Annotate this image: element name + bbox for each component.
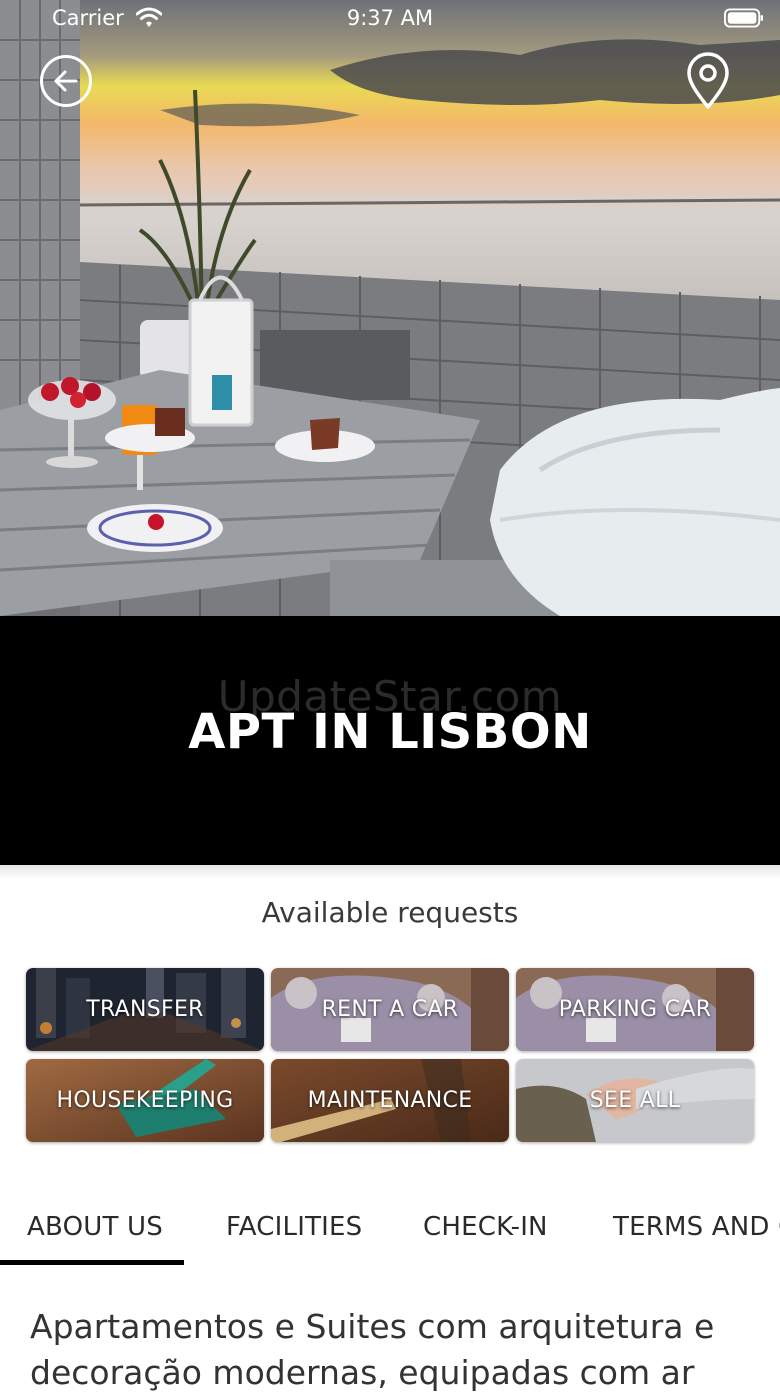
status-bar: Carrier 9:37 AM bbox=[0, 0, 780, 40]
request-label: SEE ALL bbox=[589, 1088, 681, 1113]
terrace-scene-image bbox=[0, 0, 780, 616]
request-label: MAINTENANCE bbox=[307, 1088, 473, 1113]
title-band: UpdateStar.com APT IN LISBON bbox=[0, 616, 780, 865]
map-pin-icon bbox=[687, 52, 729, 109]
back-button[interactable] bbox=[40, 55, 92, 107]
request-tile-rent-a-car[interactable]: RENT A CAR bbox=[271, 968, 509, 1051]
tab-terms-and-conditions[interactable]: TERMS AND CONDITIONS bbox=[613, 1212, 780, 1242]
request-label: PARKING CAR bbox=[558, 997, 712, 1022]
about-line: decoração modernas, equipadas com ar bbox=[30, 1353, 695, 1392]
request-label: RENT A CAR bbox=[321, 997, 459, 1022]
active-tab-indicator bbox=[0, 1260, 184, 1265]
request-label: HOUSEKEEPING bbox=[56, 1088, 234, 1113]
request-tile-see-all[interactable]: SEE ALL bbox=[516, 1059, 754, 1142]
arrow-left-icon bbox=[54, 70, 78, 92]
about-description: Apartamentos e Suites com arquitetura e … bbox=[30, 1304, 770, 1396]
about-line: Apartamentos e Suites com arquitetura e bbox=[30, 1307, 715, 1346]
request-label: TRANSFER bbox=[86, 997, 204, 1022]
status-time: 9:37 AM bbox=[346, 6, 434, 30]
tab-check-in[interactable]: CHECK-IN bbox=[423, 1212, 548, 1242]
hero-photo: Carrier 9:37 AM bbox=[0, 0, 780, 616]
property-title: APT IN LISBON bbox=[188, 704, 592, 760]
request-tile-transfer[interactable]: TRANSFER bbox=[26, 968, 264, 1051]
requests-heading: Available requests bbox=[261, 896, 519, 929]
request-tile-maintenance[interactable]: MAINTENANCE bbox=[271, 1059, 509, 1142]
band-shadow bbox=[0, 865, 780, 879]
info-tabs: ABOUT US FACILITIES CHECK-IN TERMS AND C… bbox=[0, 1200, 780, 1270]
request-tile-parking-car[interactable]: PARKING CAR bbox=[516, 968, 754, 1051]
tab-about-us[interactable]: ABOUT US bbox=[27, 1212, 163, 1242]
request-tile-housekeeping[interactable]: HOUSEKEEPING bbox=[26, 1059, 264, 1142]
tab-facilities[interactable]: FACILITIES bbox=[226, 1212, 362, 1242]
battery-icon bbox=[724, 8, 764, 28]
location-button[interactable] bbox=[686, 52, 730, 110]
